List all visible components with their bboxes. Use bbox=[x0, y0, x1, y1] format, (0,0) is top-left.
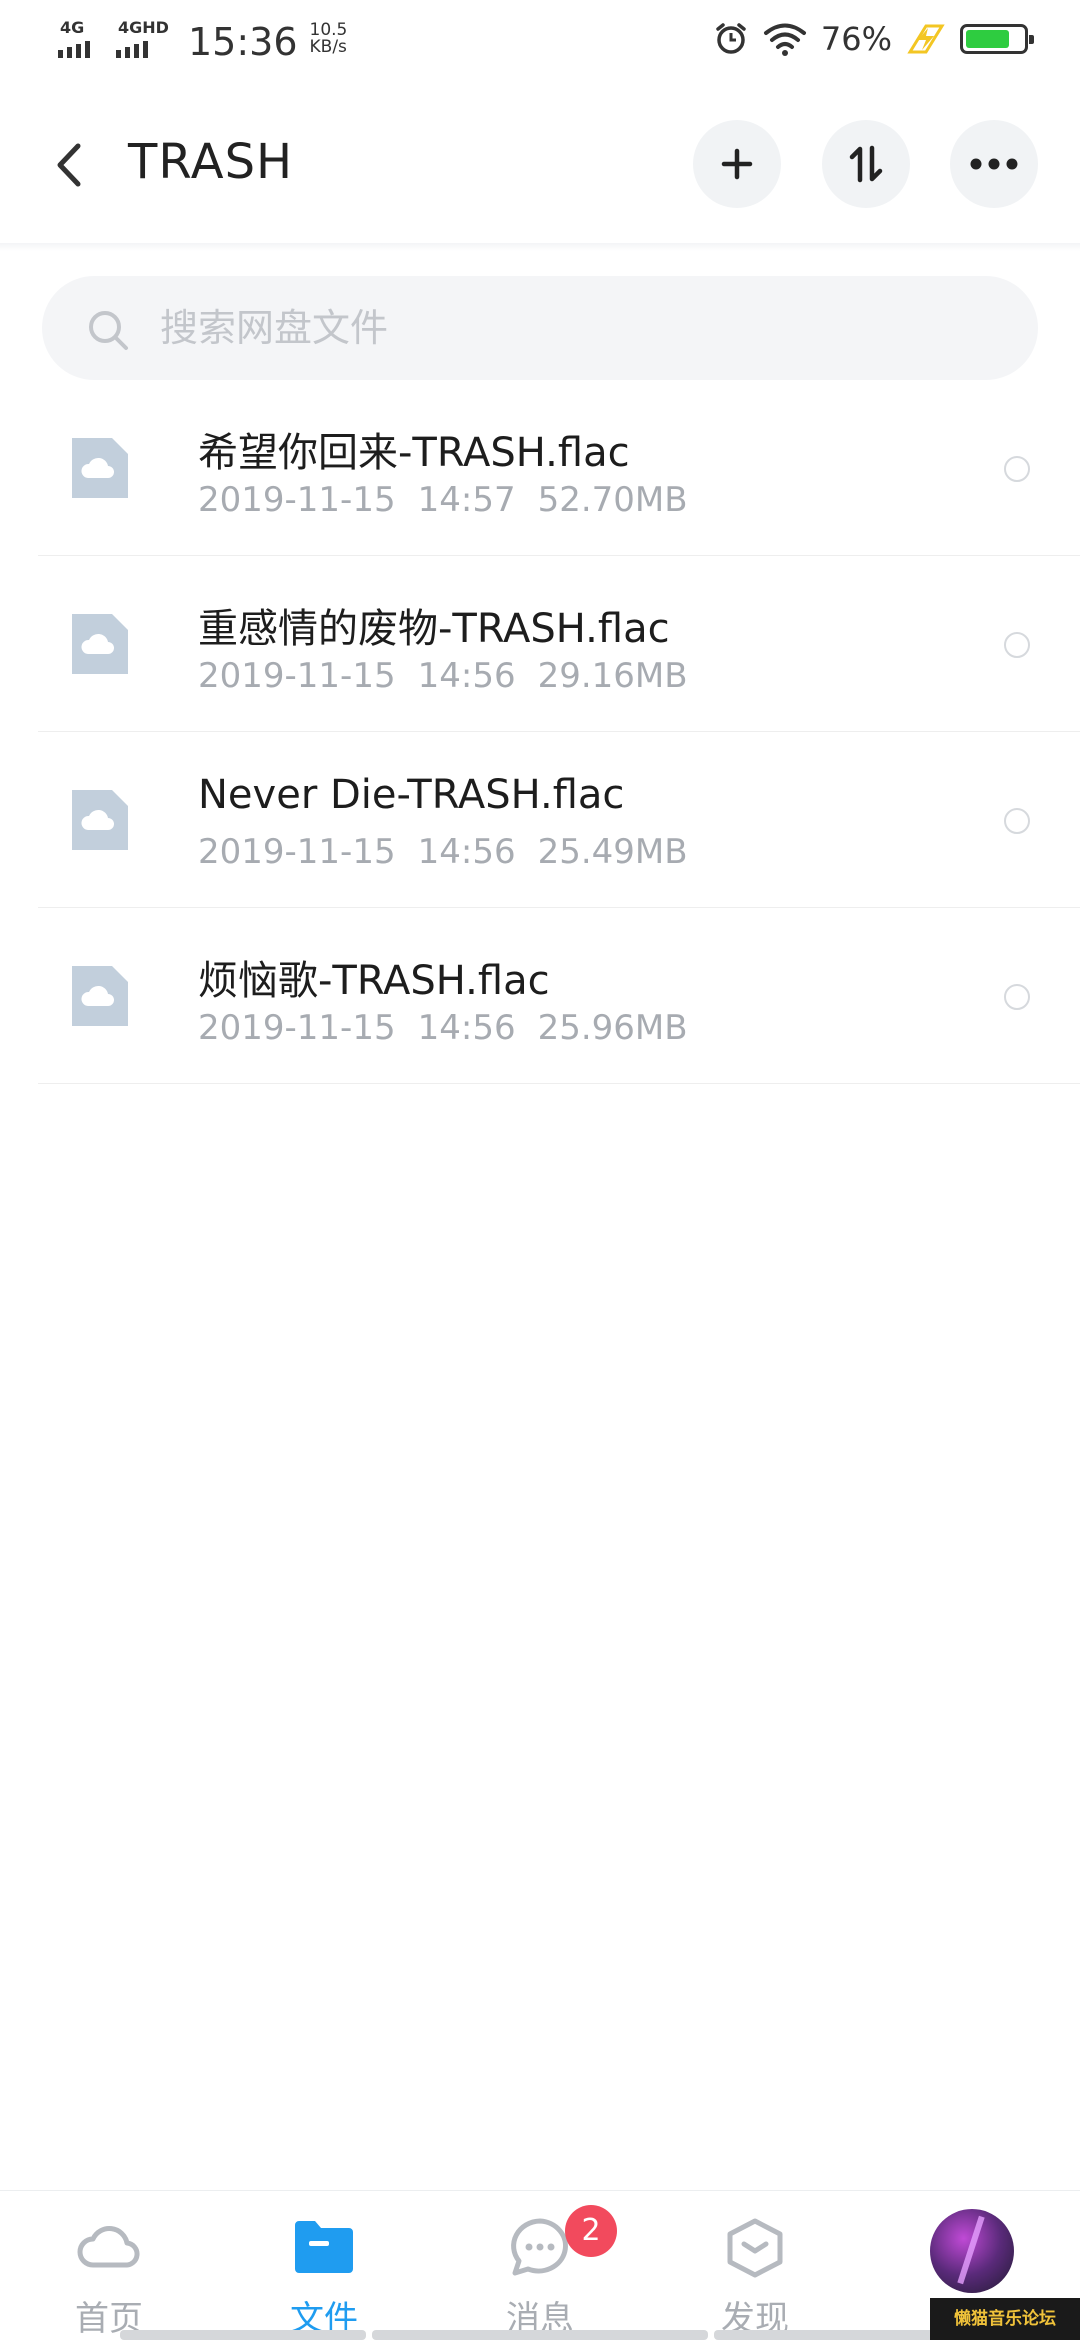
cloud-file-icon bbox=[72, 614, 128, 674]
nav-home[interactable]: 首页 bbox=[29, 2191, 189, 2340]
file-time: 14:56 bbox=[417, 656, 516, 696]
network-type-2: 4GHD bbox=[118, 18, 169, 37]
select-radio[interactable] bbox=[1004, 456, 1030, 482]
file-size: 25.49MB bbox=[537, 832, 688, 872]
file-date: 2019-11-15 bbox=[198, 480, 396, 520]
gesture-bar bbox=[372, 2330, 708, 2340]
bottom-nav: 首页 文件 消息 发现 2 bbox=[0, 2190, 1080, 2340]
file-meta: 2019-11-15 14:57 52.70MB bbox=[198, 480, 710, 520]
file-date: 2019-11-15 bbox=[198, 656, 396, 696]
file-date: 2019-11-15 bbox=[198, 832, 396, 872]
select-radio[interactable] bbox=[1004, 984, 1030, 1010]
gesture-bar bbox=[714, 2330, 934, 2340]
chat-icon bbox=[511, 2218, 568, 2276]
charging-icon bbox=[907, 24, 945, 54]
watermark: 懒猫音乐论坛 bbox=[930, 2298, 1080, 2340]
file-meta: 2019-11-15 14:56 25.49MB bbox=[198, 832, 710, 872]
cloud-file-icon bbox=[72, 790, 128, 850]
battery-percent: 76% bbox=[820, 20, 892, 58]
file-size: 25.96MB bbox=[537, 1008, 688, 1048]
file-size: 29.16MB bbox=[537, 656, 688, 696]
speed-unit: KB/s bbox=[309, 37, 347, 57]
header-bar: TRASH bbox=[0, 110, 1080, 220]
sort-icon bbox=[849, 145, 883, 183]
battery-icon bbox=[960, 24, 1034, 54]
wifi-icon bbox=[763, 23, 806, 56]
chevron-left-icon bbox=[57, 143, 81, 187]
status-right: 76% bbox=[713, 20, 1034, 58]
folder-icon bbox=[295, 2221, 353, 2273]
file-list: 希望你回来-TRASH.flac 2019-11-15 14:57 52.70MB … bbox=[0, 380, 1080, 1084]
file-row[interactable]: 希望你回来-TRASH.flac 2019-11-15 14:57 52.70MB bbox=[38, 380, 1080, 556]
more-icon bbox=[970, 158, 1018, 170]
header-divider bbox=[0, 243, 1080, 251]
file-time: 14:57 bbox=[417, 480, 516, 520]
add-button[interactable] bbox=[693, 120, 781, 208]
select-radio[interactable] bbox=[1004, 632, 1030, 658]
file-size: 52.70MB bbox=[537, 480, 688, 520]
signal-1-icon: 4G bbox=[58, 18, 108, 58]
more-button[interactable] bbox=[950, 120, 1038, 208]
back-button[interactable] bbox=[50, 140, 90, 190]
file-name: Never Die-TRASH.flac bbox=[198, 772, 625, 818]
network-type-1: 4G bbox=[60, 18, 85, 37]
file-time: 14:56 bbox=[417, 1008, 516, 1048]
search-bar[interactable] bbox=[42, 276, 1038, 380]
nav-files[interactable]: 文件 bbox=[244, 2191, 404, 2340]
status-bar: 4G 4GHD 15:36 10.5 KB/s 76% bbox=[0, 0, 1080, 84]
battery-fill bbox=[966, 30, 1009, 48]
discover-icon bbox=[727, 2218, 783, 2278]
file-name: 重感情的废物-TRASH.flac bbox=[198, 606, 670, 652]
cloud-icon bbox=[77, 2226, 140, 2268]
nav-discover[interactable]: 发现 bbox=[675, 2191, 835, 2340]
file-row[interactable]: 重感情的废物-TRASH.flac 2019-11-15 14:56 29.16MB bbox=[38, 556, 1080, 732]
signal-2-icon: 4GHD bbox=[116, 18, 169, 58]
search-icon bbox=[89, 311, 128, 350]
plus-icon bbox=[721, 148, 753, 180]
file-meta: 2019-11-15 14:56 25.96MB bbox=[198, 1008, 710, 1048]
file-meta: 2019-11-15 14:56 29.16MB bbox=[198, 656, 710, 696]
avatar[interactable] bbox=[930, 2209, 1014, 2293]
message-badge: 2 bbox=[565, 2205, 617, 2257]
file-date: 2019-11-15 bbox=[198, 1008, 396, 1048]
file-time: 14:56 bbox=[417, 832, 516, 872]
cloud-file-icon bbox=[72, 438, 128, 498]
alarm-icon bbox=[716, 23, 746, 54]
status-time: 15:36 bbox=[188, 20, 298, 64]
sort-button[interactable] bbox=[822, 120, 910, 208]
status-left: 4G 4GHD 15:36 10.5 KB/s bbox=[58, 18, 347, 64]
select-radio[interactable] bbox=[1004, 808, 1030, 834]
file-row[interactable]: Never Die-TRASH.flac 2019-11-15 14:56 25.4… bbox=[38, 732, 1080, 908]
cloud-file-icon bbox=[72, 966, 128, 1026]
gesture-bar bbox=[120, 2330, 366, 2340]
file-name: 烦恼歌-TRASH.flac bbox=[198, 958, 550, 1004]
file-name: 希望你回来-TRASH.flac bbox=[198, 430, 630, 476]
search-input[interactable] bbox=[160, 298, 1000, 358]
file-row[interactable]: 烦恼歌-TRASH.flac 2019-11-15 14:56 25.96MB bbox=[38, 908, 1080, 1084]
network-speed: 10.5 KB/s bbox=[310, 22, 348, 56]
page-title: TRASH bbox=[128, 134, 294, 190]
